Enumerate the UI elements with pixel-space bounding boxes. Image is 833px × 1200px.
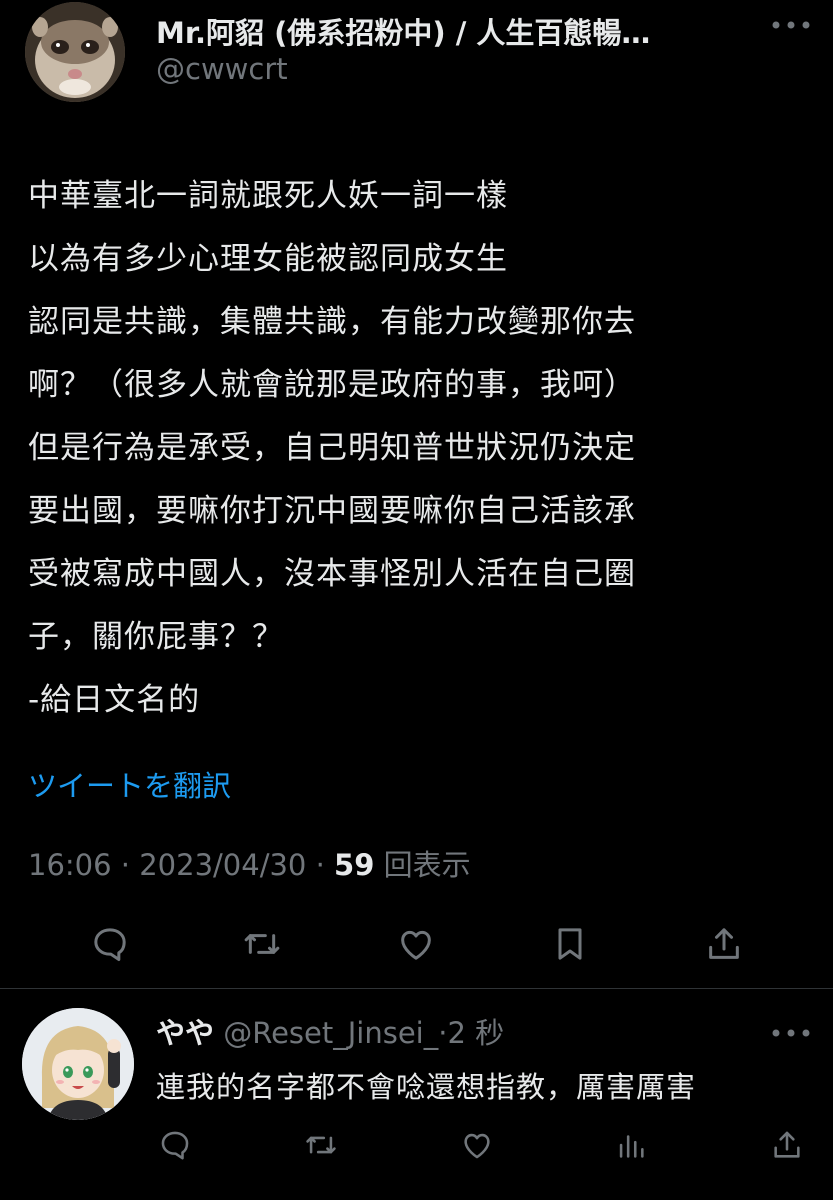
tweet-text-line: 認同是共識，集體共識，有能力改變那你去 [28, 304, 636, 340]
avatar[interactable] [25, 2, 125, 102]
tweet-text-line: -給日文名的 [28, 682, 201, 718]
tweet-text: 中華臺北一詞就跟死人妖一詞一樣 以為有多少心理女能被認同成女生 認同是共識，集體… [28, 165, 808, 732]
retweet-icon[interactable] [237, 915, 287, 970]
tweet-text-line: 受被寫成中國人，沒本事怪別人活在自己圈 [28, 556, 636, 592]
anime-girl-avatar-image [22, 1008, 134, 1120]
reply-text: 連我的名字都不會唸還想指教，厲害厲害 [156, 1070, 697, 1104]
reply-tweet[interactable]: やや @Reset_Jinsei_·2 秒 連我的名字都不會唸還想指教，厲害厲害 [0, 990, 833, 1200]
tweet-text-line: 中華臺北一詞就跟死人妖一詞一樣 [28, 178, 508, 214]
like-icon[interactable] [391, 915, 441, 970]
tweet-date[interactable]: 2023/04/30 [139, 848, 306, 882]
tweet-text-line: 以為有多少心理女能被認同成女生 [28, 241, 508, 277]
display-name[interactable]: やや [156, 1016, 214, 1050]
avatar[interactable] [22, 1008, 134, 1120]
tweet-action-bar [0, 915, 833, 970]
divider [0, 988, 833, 989]
tweet-text-line: 子，關你屁事？？ [28, 619, 284, 655]
reply-action-bar [0, 1118, 833, 1168]
user-handle[interactable]: @Reset_Jinsei_ [223, 1016, 438, 1050]
reply-icon[interactable] [156, 1118, 196, 1168]
tweet-metadata: 16:06 · 2023/04/30 · 59 回表示 [28, 842, 471, 884]
tweet-text-line: 但是行為是承受，自己明知普世狀況仍決定 [28, 430, 636, 466]
more-options-icon[interactable] [768, 1018, 814, 1048]
more-options-icon[interactable] [768, 10, 814, 40]
reply-header: やや @Reset_Jinsei_·2 秒 [156, 1010, 504, 1052]
tweet-time[interactable]: 16:06 [28, 848, 112, 882]
user-handle[interactable]: @cwwcrt [156, 52, 288, 86]
views-label[interactable]: 回表示 [384, 848, 471, 882]
like-icon[interactable] [458, 1118, 498, 1168]
tweet-text-line: 啊？（很多人就會說那是政府的事，我呵） [28, 367, 636, 403]
views-count[interactable]: 59 [334, 848, 374, 882]
share-icon[interactable] [768, 1118, 808, 1168]
main-tweet: Mr.阿貂 (佛系招粉中) / 人生百態暢… @cwwcrt 中華臺北一詞就跟死… [0, 0, 833, 990]
share-icon[interactable] [699, 915, 749, 970]
tweet-text-line: 要出國，要嘛你打沉中國要嘛你自己活該承 [28, 493, 636, 529]
translate-tweet-link[interactable]: ツイートを翻訳 [28, 763, 231, 805]
meta-separator: · [111, 848, 140, 882]
retweet-icon[interactable] [302, 1118, 342, 1168]
views-icon[interactable] [612, 1118, 652, 1168]
reply-icon[interactable] [85, 915, 135, 970]
meta-separator: · [306, 848, 335, 882]
ferret-avatar-image [25, 2, 125, 102]
reply-time[interactable]: ·2 秒 [438, 1016, 504, 1050]
display-name[interactable]: Mr.阿貂 (佛系招粉中) / 人生百態暢… [156, 10, 756, 52]
bookmark-icon[interactable] [545, 915, 595, 970]
